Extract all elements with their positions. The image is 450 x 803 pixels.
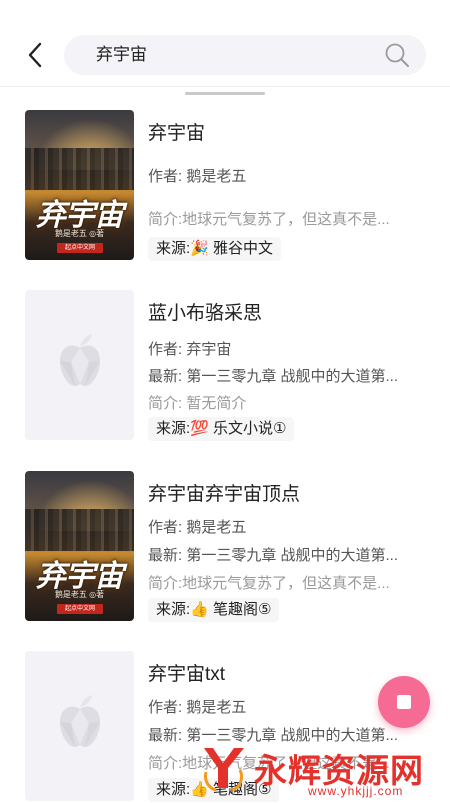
book-intro: 简介:地球元气复苏了，但这真不是...: [148, 211, 390, 228]
book-title: 弃宇宙弃宇宙顶点: [148, 484, 301, 505]
back-button[interactable]: [20, 38, 50, 72]
book-title: 弃宇宙txt: [148, 664, 226, 685]
book-intro: 简介: 暂无简介: [148, 395, 247, 412]
cover-publisher: 起点中文网: [57, 243, 103, 253]
apple-placeholder-icon: [60, 695, 100, 747]
drag-handle[interactable]: [185, 92, 265, 95]
search-icon[interactable]: [384, 42, 410, 68]
header: 弃宇宙: [0, 0, 450, 87]
book-author: 作者: 鹅是老五: [148, 519, 247, 536]
result-item[interactable]: 弃宇宙 鹅是老五 ◎著 起点中文网 弃宇宙弃宇宙顶点 作者: 鹅是老五 最新: …: [0, 471, 450, 623]
book-cover: 弃宇宙 鹅是老五 ◎著 起点中文网: [25, 110, 134, 260]
book-intro: 简介:地球元气复苏了，但这真不是...: [148, 755, 390, 772]
book-latest: 最新: 第一三零九章 战舰中的大道第...: [148, 368, 399, 385]
book-cover-placeholder: [25, 651, 134, 801]
result-item[interactable]: 蓝小布骆采思 作者: 弃宇宙 最新: 第一三零九章 战舰中的大道第... 简介:…: [0, 290, 450, 442]
floating-action-button[interactable]: [378, 676, 430, 728]
source-badge[interactable]: 来源:👍 笔趣阁⑤: [148, 778, 280, 802]
book-title: 弃宇宙: [148, 123, 206, 144]
stop-square-icon: [397, 695, 411, 709]
book-intro: 简介:地球元气复苏了，但这真不是...: [148, 575, 390, 592]
book-author: 作者: 弃宇宙: [148, 341, 232, 358]
book-cover-placeholder: [25, 290, 134, 440]
source-badge[interactable]: 来源:🎉 雅谷中文: [148, 237, 282, 261]
chevron-left-icon: [28, 42, 42, 68]
source-badge[interactable]: 来源:💯 乐文小说①: [148, 417, 295, 441]
cover-author: 鹅是老五 ◎著: [54, 229, 105, 238]
book-title: 蓝小布骆采思: [148, 303, 263, 324]
result-item[interactable]: 弃宇宙 鹅是老五 ◎著 起点中文网 弃宇宙 作者: 鹅是老五 简介:地球元气复苏…: [0, 110, 450, 262]
search-input[interactable]: 弃宇宙: [64, 35, 426, 75]
cover-publisher: 起点中文网: [57, 604, 103, 614]
book-latest: 最新: 第一三零九章 战舰中的大道第...: [148, 727, 399, 744]
book-latest: 最新: 第一三零九章 战舰中的大道第...: [148, 547, 399, 564]
cover-author: 鹅是老五 ◎著: [54, 590, 105, 599]
apple-placeholder-icon: [60, 334, 100, 386]
result-item[interactable]: 弃宇宙txt 作者: 鹅是老五 最新: 第一三零九章 战舰中的大道第... 简介…: [0, 651, 450, 803]
book-author: 作者: 鹅是老五: [148, 168, 247, 185]
source-badge[interactable]: 来源:👍 笔趣阁⑤: [148, 598, 280, 622]
book-cover: 弃宇宙 鹅是老五 ◎著 起点中文网: [25, 471, 134, 621]
search-query: 弃宇宙: [96, 45, 147, 64]
